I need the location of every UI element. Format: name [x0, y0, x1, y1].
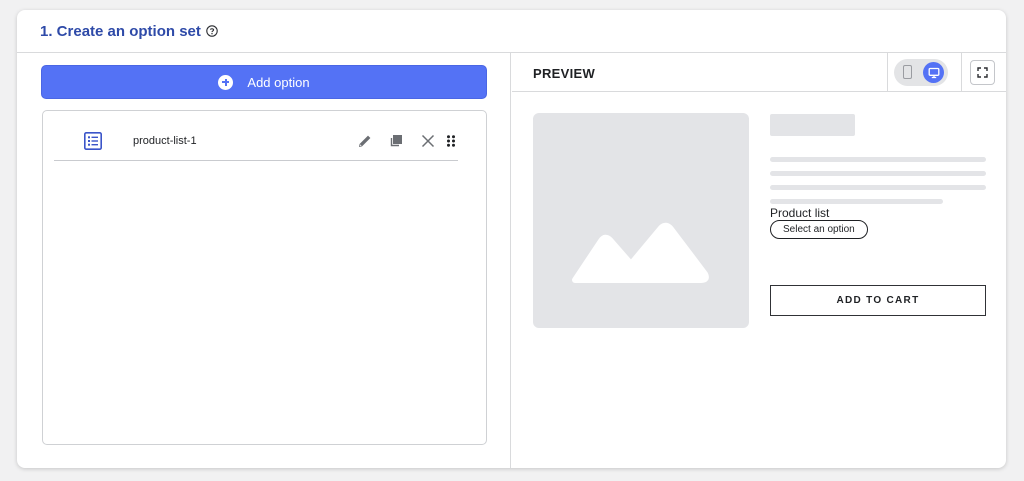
- text-line-placeholder: [770, 199, 943, 204]
- mobile-icon[interactable]: [903, 65, 912, 79]
- title-placeholder: [770, 114, 855, 136]
- options-editor-pane: Add option product-list-1: [17, 53, 511, 468]
- image-placeholder: [533, 113, 749, 328]
- option-select[interactable]: Select an option: [770, 220, 868, 239]
- list-icon: [84, 132, 102, 150]
- help-circle-icon[interactable]: [206, 25, 218, 37]
- edit-icon[interactable]: [356, 132, 374, 150]
- close-icon[interactable]: [419, 132, 437, 150]
- option-name: product-list-1: [133, 135, 197, 147]
- text-line-placeholder: [770, 171, 986, 176]
- device-toggle-group: [887, 53, 962, 92]
- option-label: Product list: [770, 206, 830, 220]
- plus-circle-icon: [218, 74, 234, 90]
- device-toggle[interactable]: [894, 59, 948, 86]
- duplicate-icon[interactable]: [387, 132, 405, 150]
- drag-handle-icon[interactable]: [442, 132, 460, 150]
- option-set-card: 1. Create an option set Add option produ…: [17, 10, 1006, 468]
- page-title: 1. Create an option set: [40, 22, 201, 40]
- list-item[interactable]: product-list-1: [54, 125, 458, 161]
- preview-pane: PREVIEW Product list Select an option AD…: [512, 53, 1006, 468]
- text-line-placeholder: [770, 185, 986, 190]
- image-placeholder-icon: [572, 222, 709, 283]
- preview-title: PREVIEW: [533, 66, 596, 81]
- options-list: product-list-1: [42, 110, 487, 445]
- card-header: 1. Create an option set: [17, 10, 1006, 53]
- desktop-icon[interactable]: [923, 62, 944, 83]
- add-option-button[interactable]: Add option: [41, 65, 487, 99]
- text-line-placeholder: [770, 157, 986, 162]
- preview-toolbar: PREVIEW: [512, 53, 1006, 92]
- add-to-cart-button[interactable]: ADD TO CART: [770, 285, 986, 316]
- expand-icon[interactable]: [970, 60, 995, 85]
- add-option-label: Add option: [247, 74, 310, 90]
